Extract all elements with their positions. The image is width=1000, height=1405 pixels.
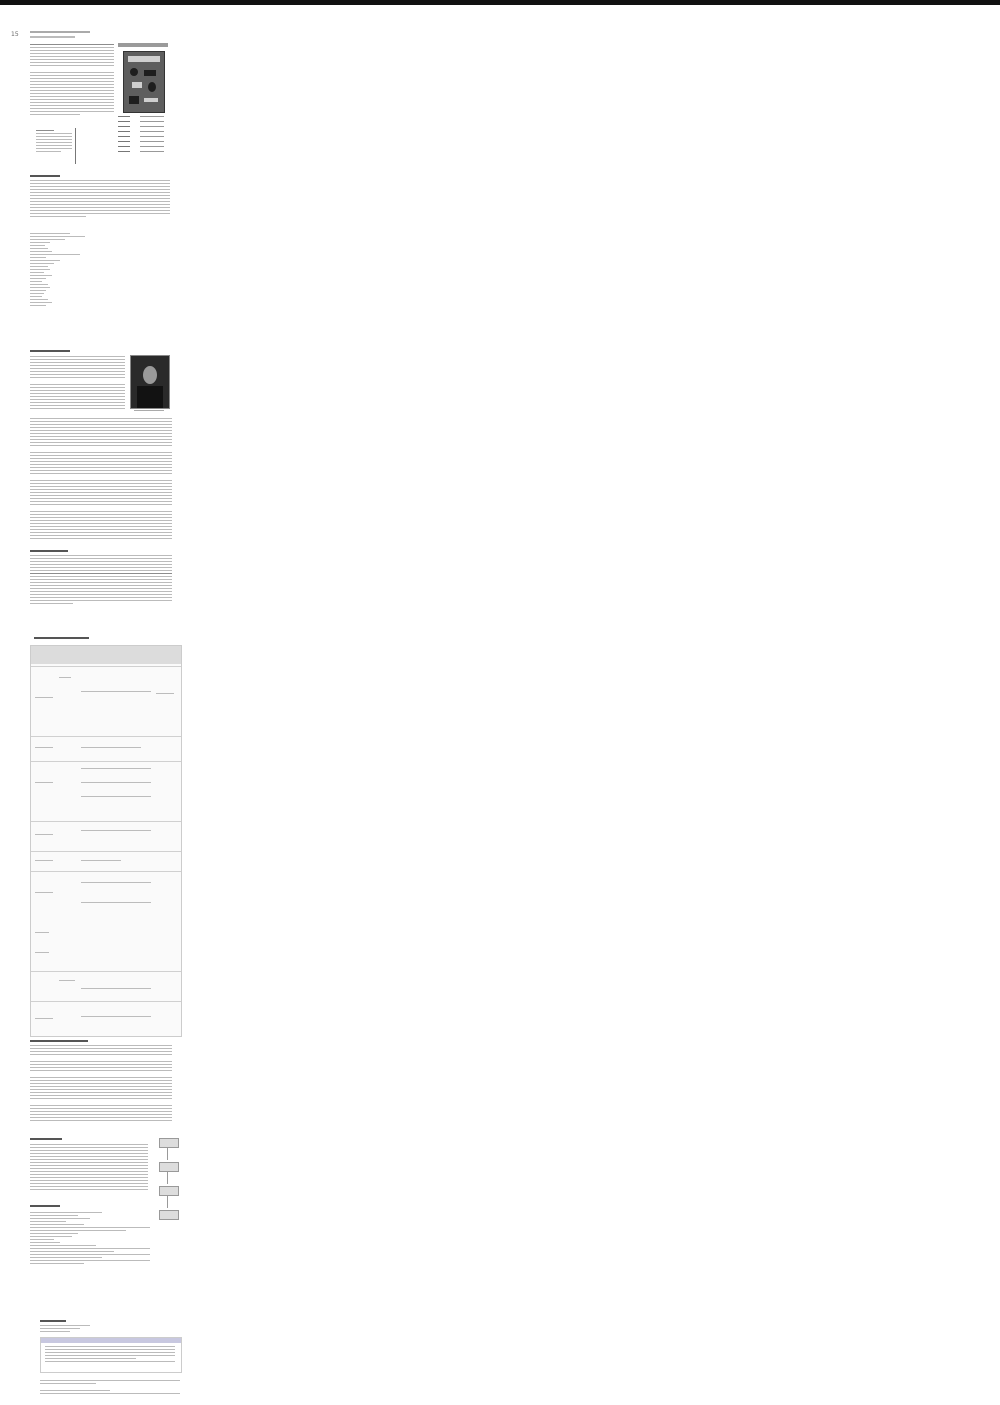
scan-top-edge (0, 0, 1000, 5)
table-row (31, 666, 181, 737)
printed-article-column (30, 40, 182, 1405)
section-paragraph (30, 1045, 172, 1123)
list (30, 233, 90, 308)
section-heading (30, 1138, 62, 1140)
page-number: 15 (11, 31, 19, 38)
table-of-contents (30, 128, 76, 164)
running-header-line-2 (30, 36, 75, 38)
infobox-rows (118, 115, 168, 155)
section-paragraph (30, 180, 170, 219)
navigation-box (40, 1337, 182, 1373)
flowchart-step (159, 1138, 179, 1148)
section-paragraph (30, 356, 125, 411)
section-heading (40, 1320, 66, 1322)
book-cover-illustration (123, 51, 165, 113)
footer-categories (40, 1380, 180, 1396)
table-row (31, 761, 181, 822)
external-links (40, 1325, 90, 1334)
table-row (31, 851, 181, 872)
table-row (31, 971, 181, 1002)
table-header-row (31, 646, 181, 664)
section-heading (30, 550, 68, 552)
table-row (31, 871, 181, 972)
navbox-header (41, 1338, 181, 1343)
flowchart-step (159, 1186, 179, 1196)
section-heading (30, 175, 60, 177)
flowchart-arrow (167, 1148, 168, 1160)
flowchart-diagram (157, 1138, 179, 1248)
infobox-title (118, 43, 168, 47)
flowchart-arrow (167, 1196, 168, 1208)
flowchart-step (159, 1210, 179, 1220)
portrait-photo (130, 355, 170, 409)
section-paragraph (30, 555, 172, 606)
reference-list (30, 1212, 150, 1266)
lead-paragraph (30, 44, 114, 117)
comparison-table (30, 645, 182, 1037)
section-heading (30, 1205, 60, 1207)
section-heading (30, 350, 70, 352)
flowchart-step (159, 1162, 179, 1172)
table-row (31, 736, 181, 762)
body-paragraphs (30, 418, 172, 541)
table-row (31, 821, 181, 852)
photo-caption (134, 410, 164, 411)
section-heading (34, 637, 89, 639)
running-header-line-1 (30, 31, 90, 33)
flowchart-arrow (167, 1172, 168, 1184)
infobox (118, 43, 168, 158)
table-row (31, 1001, 181, 1036)
section-heading (30, 1040, 88, 1042)
section-paragraph (30, 1144, 148, 1192)
